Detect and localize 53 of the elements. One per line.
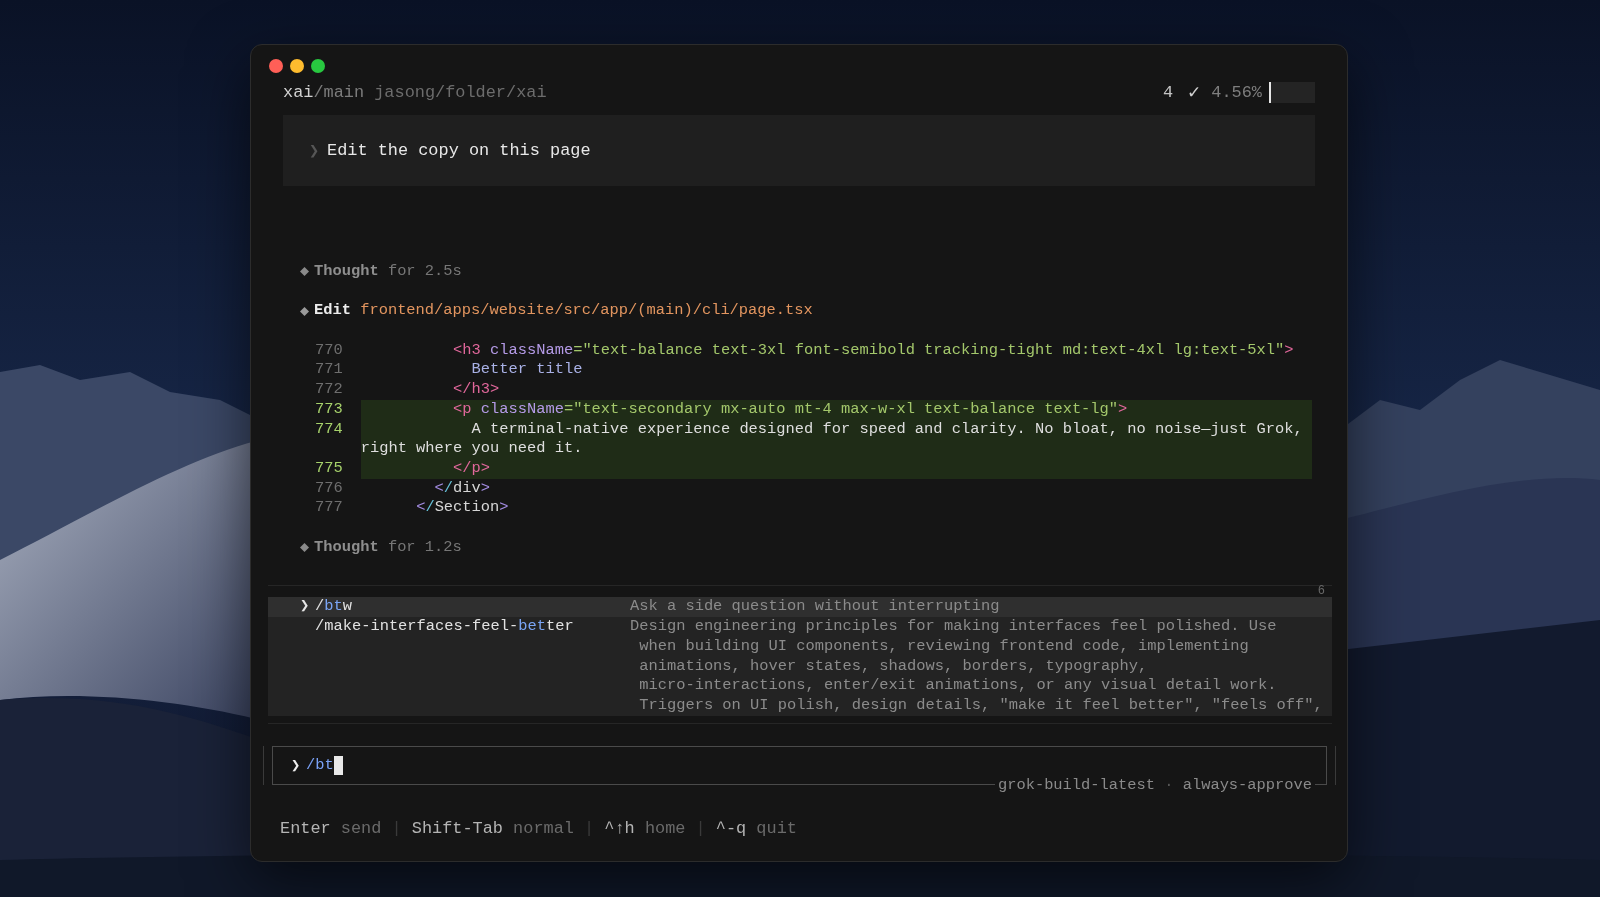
task-count: 4 xyxy=(1162,82,1174,103)
close-button[interactable] xyxy=(269,59,283,73)
selection-chevron: ❯ xyxy=(300,597,310,616)
line-number: 772 xyxy=(315,380,343,400)
code-line: </Section> xyxy=(416,498,509,517)
thought-duration: for 1.2s xyxy=(387,537,462,558)
thought-duration: for 2.5s xyxy=(387,262,462,282)
shortcut-key: ^↑h xyxy=(604,818,635,839)
code-line: </div> xyxy=(434,478,491,497)
command-name: /make-interfaces-feel-better xyxy=(315,617,574,636)
shortcut-key: Enter xyxy=(280,818,331,839)
match-count: 6 xyxy=(1317,586,1325,598)
line-number: 771 xyxy=(315,360,343,381)
line-number: 775 xyxy=(315,458,343,479)
shortcut-action: quit xyxy=(756,818,797,839)
command-description: Ask a side question without interrupting xyxy=(630,597,1000,618)
shortcut-key: Shift-Tab xyxy=(411,818,503,839)
line-number: 777 xyxy=(315,498,343,519)
model-status: grok-build-latest · always-approve xyxy=(994,775,1315,795)
branch-name: /main xyxy=(313,82,365,103)
hint-separator: | xyxy=(584,818,595,839)
minimize-button[interactable] xyxy=(290,59,304,73)
shortcut-action: home xyxy=(644,818,686,839)
thought-label: Thought xyxy=(314,537,379,558)
shortcut-key: ^-q xyxy=(715,818,747,839)
command-description: Design engineering principles for making interfaces feel polished. Use when building UI components, reviewing frontend code, implementing animations, hover states, shadows, borders, typography, micro-interactions, enter/exit animations, or any visual detail work. Triggers on UI polish, design details, "make it feel better", "feels off", xyxy=(630,617,1323,716)
diamond-icon xyxy=(300,267,309,277)
repo-name: xai xyxy=(283,82,314,103)
line-number: 776 xyxy=(315,478,343,499)
edit-label: Edit xyxy=(314,301,351,322)
hint-separator: | xyxy=(391,818,402,839)
code-line: Better title xyxy=(471,360,583,379)
code-line: </h3> xyxy=(453,380,500,399)
code-line: <h3 className="text-balance text-3xl font-semibold tracking-tight md:text-4xl lg:text-5xl"> xyxy=(453,340,1294,359)
check-mark: ✓ xyxy=(1187,82,1202,103)
maximize-button[interactable] xyxy=(311,59,325,73)
command-option[interactable]: ❯ /btw Ask a side question without interrupting xyxy=(268,597,1332,618)
folder-path: jasong/folder/xai xyxy=(374,82,547,103)
context-usage: 4.56% xyxy=(1211,82,1262,103)
diamond-icon xyxy=(300,543,309,553)
thought-label: Thought xyxy=(314,262,379,282)
line-number: 774 xyxy=(315,419,343,440)
line-number: 773 xyxy=(315,399,343,420)
prompt-chevron: ❯ xyxy=(309,141,321,161)
hint-separator: | xyxy=(695,818,706,839)
diamond-icon xyxy=(300,306,309,316)
shortcut-action: send xyxy=(340,818,382,839)
shortcut-action: normal xyxy=(513,818,574,839)
text-cursor xyxy=(333,755,343,775)
line-number: 770 xyxy=(315,340,343,361)
prompt-text: Edit the copy on this page xyxy=(327,141,591,160)
file-path: frontend/apps/website/src/app/(main)/cli/page.tsx xyxy=(360,301,813,322)
command-name: /btw xyxy=(315,597,352,616)
